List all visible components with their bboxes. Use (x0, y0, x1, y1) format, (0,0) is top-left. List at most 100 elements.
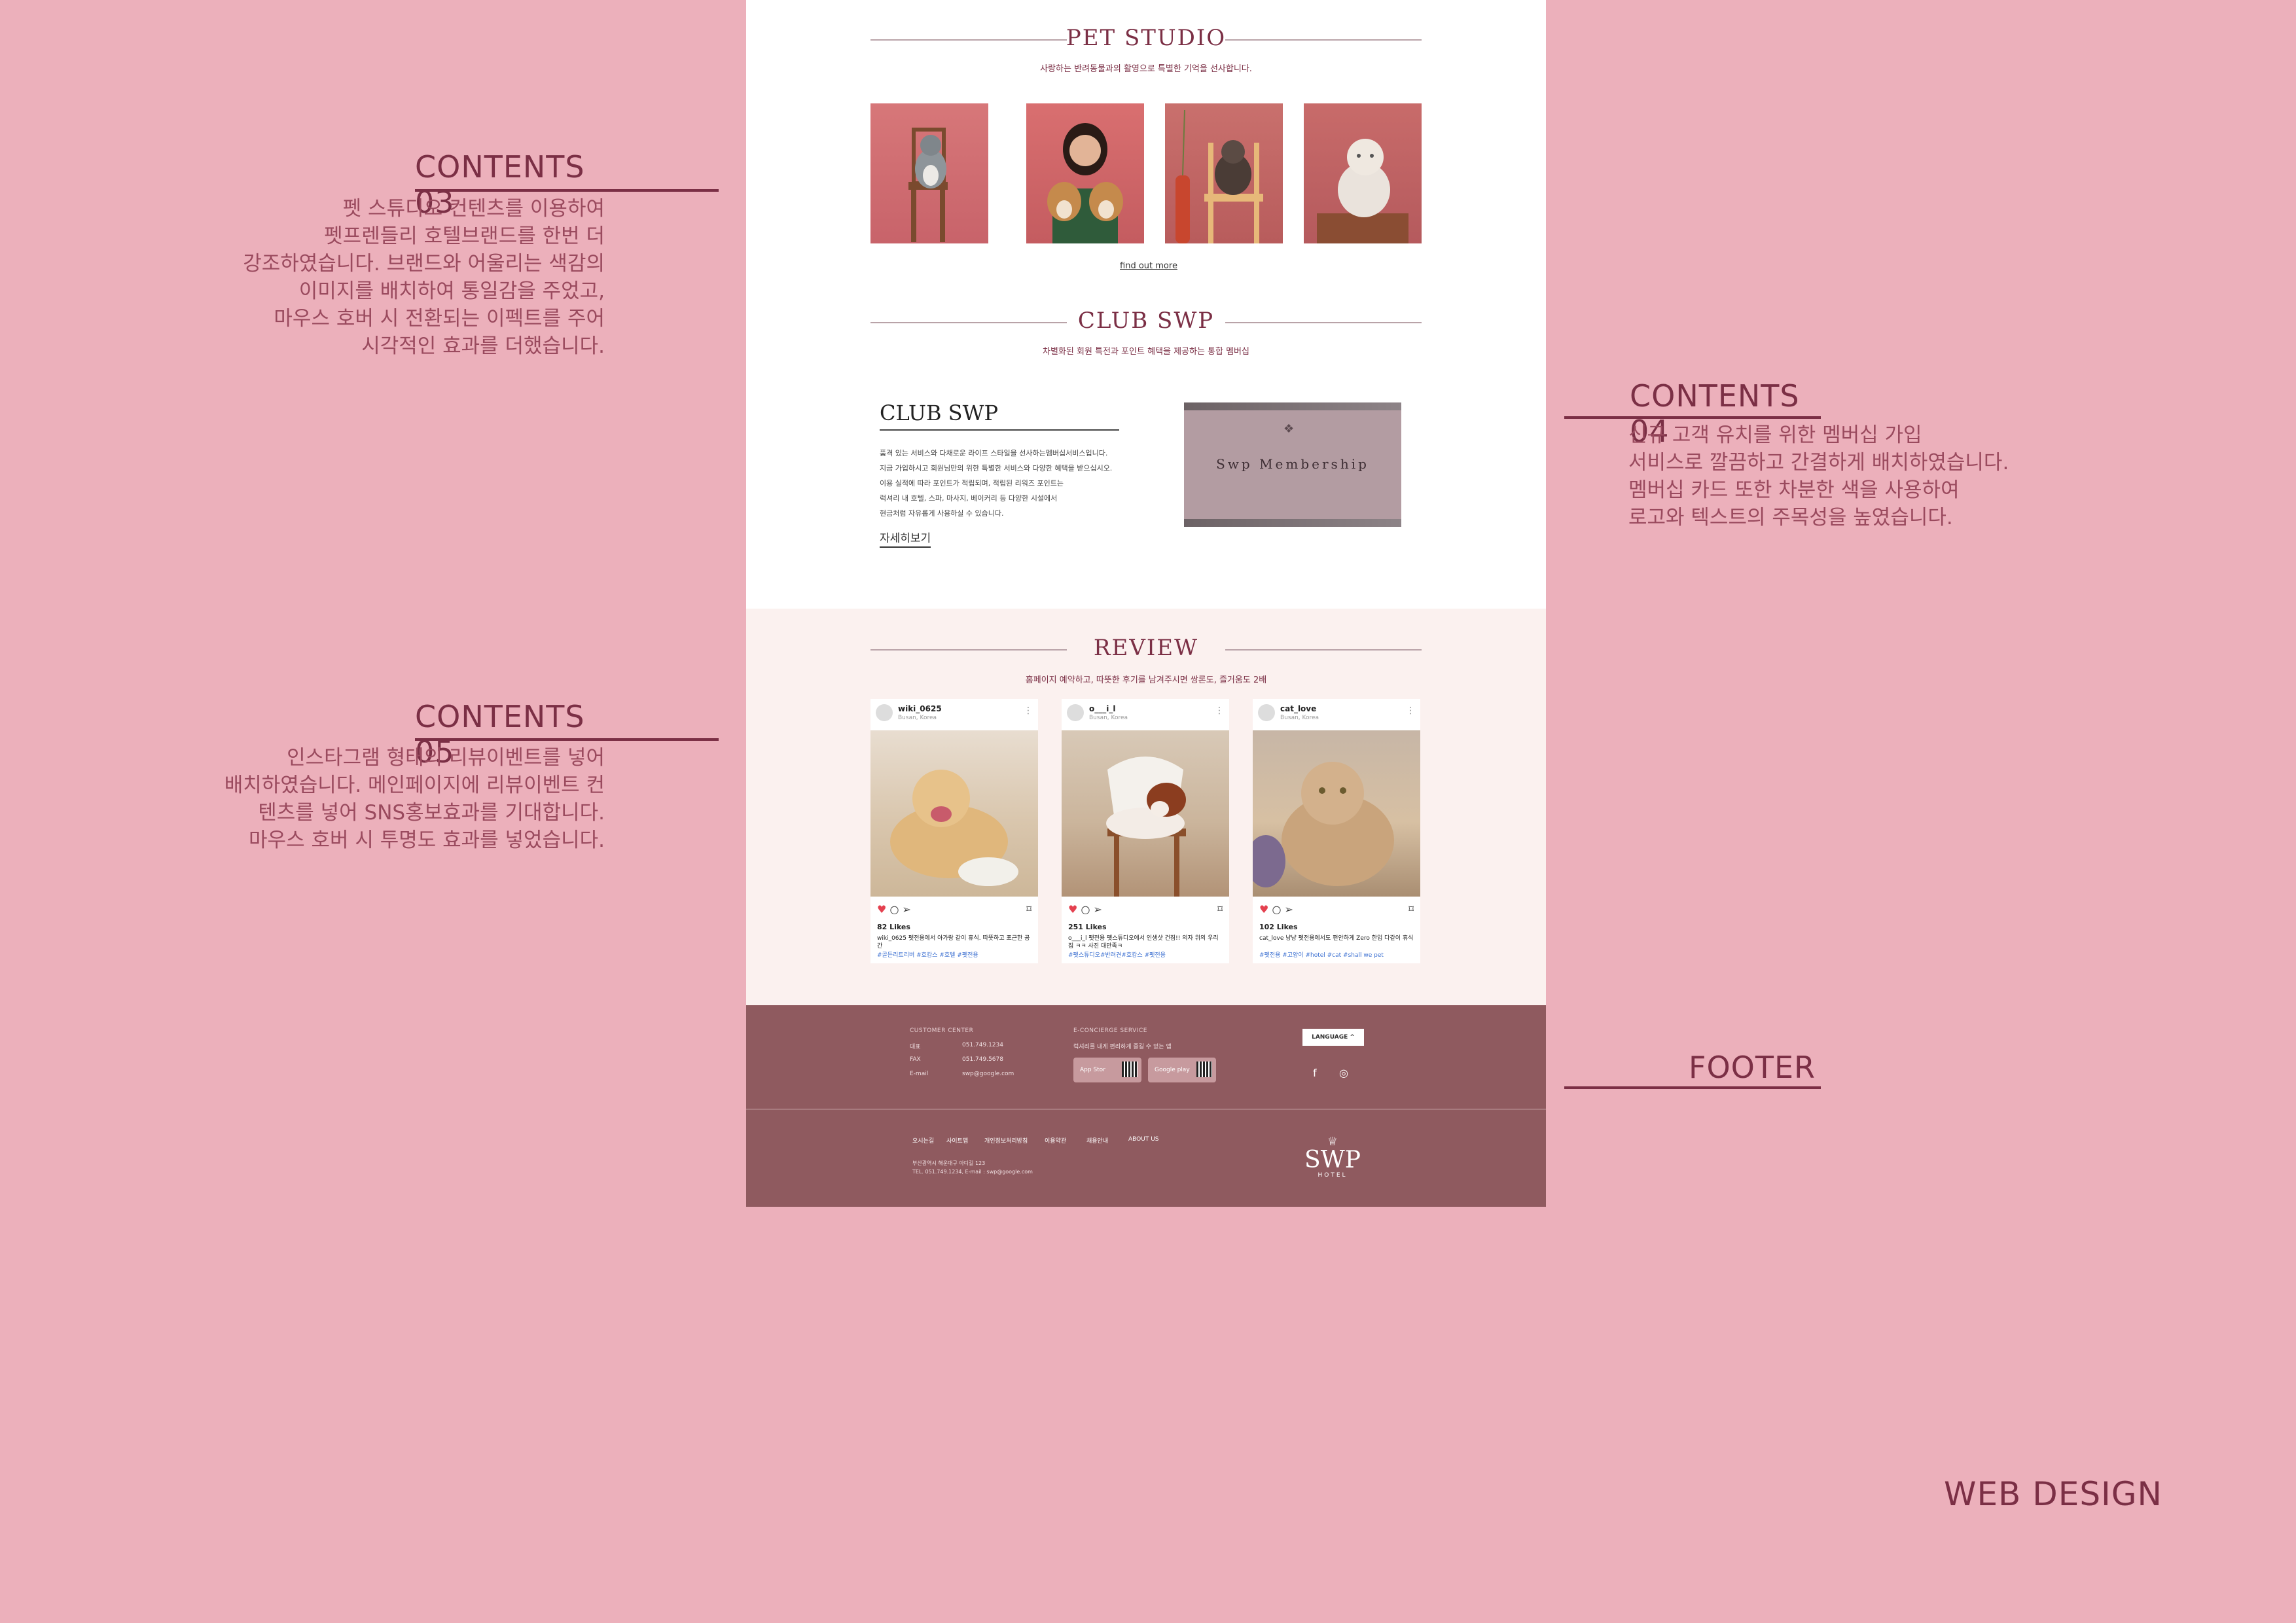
heart-icon[interactable]: ♥ (877, 903, 886, 916)
card-bottom-band (1184, 519, 1401, 527)
likes-count: 82 Likes (877, 923, 910, 931)
review-heading: REVIEW (870, 635, 1422, 661)
cat-illustration (908, 128, 948, 242)
post-location: Busan, Korea (1089, 715, 1128, 721)
club-title: CLUB SWP (880, 401, 998, 425)
fluffy-cat-review-photo (1246, 730, 1420, 897)
bookmark-icon[interactable]: ⌑ (1217, 903, 1223, 915)
footer-nav-directions[interactable]: 오시는길 (912, 1136, 934, 1145)
facebook-icon[interactable]: f (1313, 1067, 1317, 1079)
instagram-icon[interactable]: ◎ (1339, 1067, 1348, 1079)
post-hashtags[interactable]: #펫전용 #고양이 #hotel #cat #shall we pet (1259, 950, 1414, 959)
divider (1225, 39, 1422, 41)
spaniel-on-chair-photo (1062, 730, 1229, 897)
membership-card[interactable]: ❖ Swp Membership (1184, 402, 1401, 527)
membership-card-name: Swp Membership (1216, 456, 1369, 472)
post-hashtags[interactable]: #펫스튜디오#반려견#호캉스 #펫전용 (1068, 950, 1223, 959)
qr-code-icon (1122, 1061, 1138, 1077)
share-icon[interactable]: ➢ (903, 903, 911, 916)
review-post[interactable]: wiki_0625 Busan, Korea ⋮ ♥ ○ ➢ ⌑ 82 Like… (870, 699, 1038, 963)
customer-center-heading: CUSTOMER CENTER (910, 1027, 974, 1034)
footer-nav-sitemap[interactable]: 사이트맵 (946, 1136, 968, 1145)
post-actions: ♥ ○ ➢ (1068, 903, 1102, 916)
email-value: swp@google.com (962, 1071, 1014, 1077)
heart-icon[interactable]: ♥ (1068, 903, 1077, 916)
post-location: Busan, Korea (1280, 715, 1319, 721)
tel-label: 대표 (910, 1044, 921, 1050)
annotation-description: 인스타그램 형태의 리뷰이벤트를 넣어 배치하였습니다. 메인페이지에 리뷰이벤… (224, 746, 605, 852)
club-title-underline (880, 429, 1119, 431)
bookmark-icon[interactable]: ⌑ (1026, 903, 1031, 915)
share-icon[interactable]: ➢ (1094, 903, 1102, 916)
language-selector[interactable]: LANGUAGE ^ (1302, 1029, 1364, 1046)
heart-icon[interactable]: ♥ (1259, 903, 1268, 916)
dog-on-bed-photo (870, 730, 1038, 897)
google-play-button[interactable]: Google play (1148, 1058, 1216, 1082)
qr-code-icon (1196, 1061, 1212, 1077)
pet-studio-subtitle: 사랑하는 반려동물과의 활영으로 특별한 기억을 선사합니다. (1040, 64, 1252, 74)
annotation-title: FOOTER (1689, 1050, 1816, 1085)
logo-wordmark: SWP (1304, 1147, 1361, 1173)
tel-value: 051.749.1234 (962, 1042, 1003, 1048)
fluffy-cat-photo[interactable] (1304, 103, 1422, 243)
app-store-button[interactable]: App Stor (1073, 1058, 1141, 1082)
fax-label: FAX (910, 1056, 921, 1063)
web-design-label: WEB DESIGN (1944, 1475, 2162, 1513)
club-description-line: 지금 가입하시고 회원님만의 위한 특별한 서비스와 다양한 혜택을 받으십시오… (880, 464, 1113, 473)
comment-icon[interactable]: ○ (1272, 903, 1281, 916)
footer-contact: TEL. 051.749.1234, E-mail : swp@google.c… (912, 1169, 1033, 1175)
comment-icon[interactable]: ○ (1081, 903, 1090, 916)
pet-studio-heading: PET STUDIO (870, 25, 1422, 51)
review-post[interactable]: cat_love Busan, Korea ⋮ ♥ ○ ➢ ⌑ 102 Like… (1246, 699, 1420, 963)
avatar (1067, 704, 1084, 721)
post-actions: ♥ ○ ➢ (877, 903, 911, 916)
post-username[interactable]: wiki_0625 (898, 704, 942, 713)
concierge-description: 럭셔리를 내게 편리하게 즐길 수 있는 앱 (1073, 1044, 1172, 1050)
club-heading: CLUB SWP (870, 308, 1422, 334)
post-hashtags[interactable]: #골든리트리버 #호캉스 #호텔 #펫전용 (877, 950, 1031, 959)
app-store-label: App Stor (1080, 1067, 1105, 1073)
footer-nav-about[interactable]: ABOUT US (1128, 1136, 1159, 1143)
puppy-on-stool-photo[interactable] (1165, 103, 1283, 243)
more-options-icon[interactable]: ⋮ (1406, 705, 1415, 716)
footer-nav-terms[interactable]: 이용약관 (1045, 1136, 1066, 1145)
post-caption: cat_love 냥냥 펫전용에서도 편안하게 Zero 한입 다같이 휴식 (1259, 935, 1414, 942)
share-icon[interactable]: ➢ (1285, 903, 1293, 916)
annotation-description: 신규 고객 유치를 위한 멤버십 가입 서비스로 깔끔하고 간결하게 배치하였습… (1628, 423, 2009, 529)
divider (1225, 322, 1422, 323)
language-label: LANGUAGE (1312, 1034, 1348, 1041)
email-label: E-mail (910, 1071, 929, 1077)
footer-nav-careers[interactable]: 채용안내 (1086, 1136, 1108, 1145)
section-title: CLUB SWP (1077, 308, 1215, 334)
review-subtitle: 홈페이지 예약하고, 따뜻한 후기를 남겨주시면 쌍론도, 즐거움도 2배 (1025, 675, 1267, 685)
club-description-line: 품격 있는 서비스와 다채로운 라이프 스타일을 선사하는멤버십서비스입니다. (880, 449, 1108, 457)
persian-cat-illustration (1246, 762, 1394, 887)
bookmark-icon[interactable]: ⌑ (1408, 903, 1414, 915)
footer-nav-privacy[interactable]: 개인정보처리방침 (984, 1136, 1028, 1145)
swp-hotel-logo[interactable]: ♕ SWP HOTEL (1300, 1135, 1365, 1179)
cat-on-chair-photo[interactable] (870, 103, 988, 243)
find-out-more-link[interactable]: find out more (1106, 261, 1191, 271)
website-mockup: PET STUDIO 사랑하는 반려동물과의 활영으로 특별한 기억을 선사합니… (746, 0, 1546, 1207)
comment-icon[interactable]: ○ (889, 903, 899, 916)
annotation-underline (415, 189, 719, 192)
more-options-icon[interactable]: ⋮ (1215, 705, 1224, 716)
fax-value: 051.749.5678 (962, 1056, 1003, 1063)
post-location: Busan, Korea (898, 715, 937, 721)
club-description-line: 현금처럼 자유롭게 사용하실 수 있습니다. (880, 509, 1004, 518)
annotation-underline (415, 738, 719, 741)
annotation-underline (1564, 1086, 1821, 1089)
annotation-underline (1564, 416, 1821, 419)
more-options-icon[interactable]: ⋮ (1024, 705, 1033, 716)
post-username[interactable]: o___i_l (1089, 704, 1115, 713)
club-description-line: 이용 실적에 따라 포인트가 적립되며, 적립된 리워즈 포인트는 (880, 479, 1064, 488)
club-more-link[interactable]: 자세히보기 (880, 529, 931, 548)
post-caption: o___i_l 펫전용 펫스튜디오에서 인생샷 건짐!! 의자 위의 우리집 ㅋ… (1068, 935, 1219, 950)
avatar (1258, 704, 1275, 721)
fluffy-cat-illustration (1317, 139, 1408, 243)
post-username[interactable]: cat_love (1280, 704, 1316, 713)
woman-with-dogs-photo[interactable] (1026, 103, 1144, 243)
footer-divider (746, 1109, 1546, 1110)
review-post[interactable]: o___i_l Busan, Korea ⋮ ♥ ○ ➢ ⌑ 251 Likes… (1062, 699, 1229, 963)
section-title: REVIEW (1093, 635, 1199, 661)
